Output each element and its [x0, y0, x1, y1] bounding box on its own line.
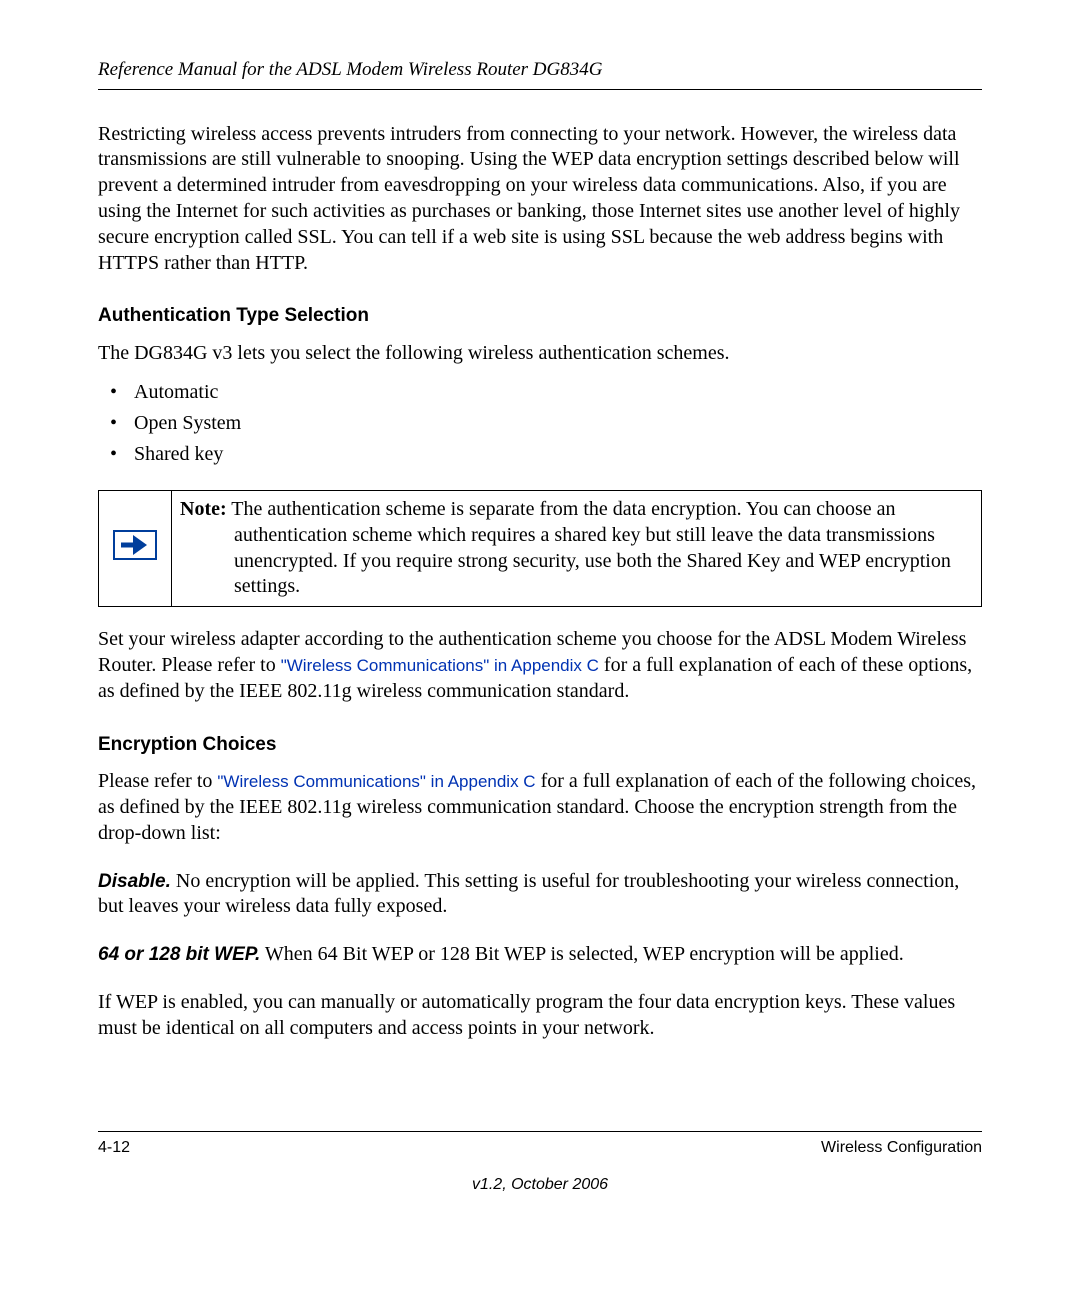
- page-footer: 4-12 Wireless Configuration v1.2, Octobe…: [98, 1131, 982, 1196]
- disable-text: No encryption will be applied. This sett…: [98, 870, 959, 918]
- appendix-c-link[interactable]: "Wireless Communications" in Appendix C: [217, 772, 535, 791]
- note-body: authentication scheme which requires a s…: [180, 523, 973, 600]
- note-icon-cell: [99, 490, 172, 606]
- disable-paragraph: Disable. No encryption will be applied. …: [98, 869, 982, 921]
- after-note-paragraph: Set your wireless adapter according to t…: [98, 627, 982, 704]
- page-header: Reference Manual for the ADSL Modem Wire…: [98, 58, 982, 90]
- wep-followup: If WEP is enabled, you can manually or a…: [98, 990, 982, 1042]
- note-label: Note:: [180, 498, 227, 520]
- enc-pre: Please refer to: [98, 770, 217, 792]
- auth-intro: The DG834G v3 lets you select the follow…: [98, 341, 982, 367]
- list-item: Automatic: [98, 377, 982, 408]
- page-number: 4-12: [98, 1138, 130, 1159]
- arrow-right-icon: [113, 530, 157, 560]
- list-item: Open System: [98, 408, 982, 439]
- footer-row: 4-12 Wireless Configuration: [98, 1138, 982, 1159]
- wep-paragraph: 64 or 128 bit WEP. When 64 Bit WEP or 12…: [98, 942, 982, 968]
- note-text-cell: Note: The authentication scheme is separ…: [172, 490, 982, 606]
- appendix-c-link[interactable]: "Wireless Communications" in Appendix C: [281, 656, 599, 675]
- page-container: Reference Manual for the ADSL Modem Wire…: [0, 0, 1080, 1296]
- wep-text: When 64 Bit WEP or 128 Bit WEP is select…: [260, 943, 903, 965]
- note-box: Note: The authentication scheme is separ…: [98, 490, 982, 607]
- footer-section: Wireless Configuration: [821, 1138, 982, 1159]
- footer-version: v1.2, October 2006: [98, 1175, 982, 1196]
- encryption-heading: Encryption Choices: [98, 733, 982, 758]
- wep-runin: 64 or 128 bit WEP.: [98, 944, 260, 965]
- list-item: Shared key: [98, 439, 982, 470]
- note-first-line: The authentication scheme is separate fr…: [227, 498, 896, 520]
- encryption-intro: Please refer to "Wireless Communications…: [98, 769, 982, 846]
- intro-paragraph: Restricting wireless access prevents int…: [98, 122, 982, 277]
- disable-runin: Disable.: [98, 871, 171, 892]
- auth-heading: Authentication Type Selection: [98, 304, 982, 329]
- header-title: Reference Manual for the ADSL Modem Wire…: [98, 59, 602, 80]
- auth-list: Automatic Open System Shared key: [98, 377, 982, 470]
